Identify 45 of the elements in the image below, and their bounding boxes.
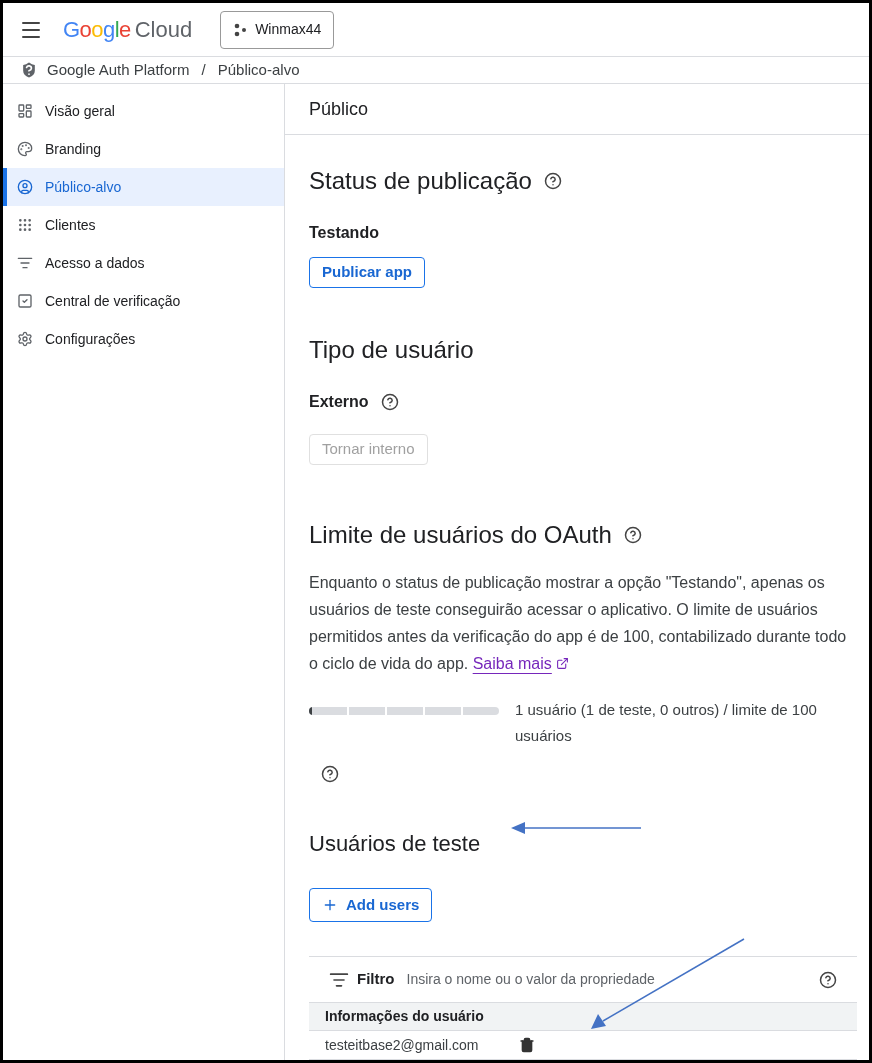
sidebar-item[interactable]: Central de verificação xyxy=(3,282,284,320)
table-cell-text: testeitbase2@gmail.com xyxy=(325,1035,479,1055)
external-link-icon xyxy=(555,657,569,670)
sidebar-item[interactable]: Acesso a dados xyxy=(3,244,284,282)
project-icon xyxy=(233,22,248,37)
status-label: Testando xyxy=(309,223,380,243)
page-title: Público xyxy=(309,97,369,121)
publish-button[interactable]: Publicar app xyxy=(309,257,426,288)
grid-icon xyxy=(17,217,33,233)
checkbox-icon xyxy=(17,293,33,309)
breadcrumb-link[interactable]: Público-alvo xyxy=(217,58,300,82)
section-heading: Status de publicação xyxy=(309,166,532,196)
filter-input[interactable]: Insira o nome ou o valor da propriedade xyxy=(406,969,807,990)
sidebar-item[interactable]: Configurações xyxy=(3,320,284,358)
help-icon[interactable] xyxy=(819,970,837,989)
list-icon xyxy=(17,255,33,271)
filter-label: Filtro xyxy=(357,969,395,990)
section-heading: Limite de usuários do OAuth xyxy=(309,520,612,550)
help-icon[interactable] xyxy=(321,765,339,783)
help-icon[interactable] xyxy=(543,172,562,190)
person-icon xyxy=(17,179,33,195)
logo-wordmark: Google xyxy=(63,16,131,45)
section-heading: Tipo de usuário xyxy=(309,335,475,365)
breadcrumb-link[interactable]: Google Auth Platform xyxy=(47,58,190,82)
plus-icon xyxy=(322,897,338,913)
sidebar-item[interactable]: Clientes xyxy=(3,206,284,244)
settings-icon xyxy=(17,331,33,347)
sidebar-item[interactable]: Público-alvo xyxy=(3,168,284,206)
help-icon[interactable] xyxy=(380,393,399,411)
learn-more-link[interactable]: Saiba mais xyxy=(472,650,569,677)
project-picker[interactable]: Winmax44 xyxy=(220,10,335,49)
logo-product-name: Cloud xyxy=(134,16,193,45)
user-type-label: Externo xyxy=(309,392,369,412)
delete-icon[interactable] xyxy=(518,1037,535,1053)
breadcrumb-separator: / xyxy=(200,59,207,80)
limit-description: Enquanto o status de publicação mostrar a opção "Testando", apenas os usuários de teste conseguirão acessar o aplicativo. O limite de usuários permitidos antes da verificação do app é de 100, contabilizado durante todo o ciclo de vida do app. Saiba mais xyxy=(309,569,857,677)
add-users-button[interactable]: Add users xyxy=(309,888,433,922)
table-header: Informações do usuário xyxy=(309,1002,857,1030)
sidebar-item[interactable]: Visão geral xyxy=(3,92,284,130)
help-icon[interactable] xyxy=(623,526,642,544)
dashboard-icon xyxy=(17,103,33,119)
section-heading: Usuários de teste xyxy=(309,830,481,858)
palette-icon xyxy=(17,141,33,157)
sidebar-item[interactable]: Branding xyxy=(3,130,284,168)
usage-reading: 1 usuário (1 de teste, 0 outros) / limite de 100 usuários xyxy=(515,700,818,746)
